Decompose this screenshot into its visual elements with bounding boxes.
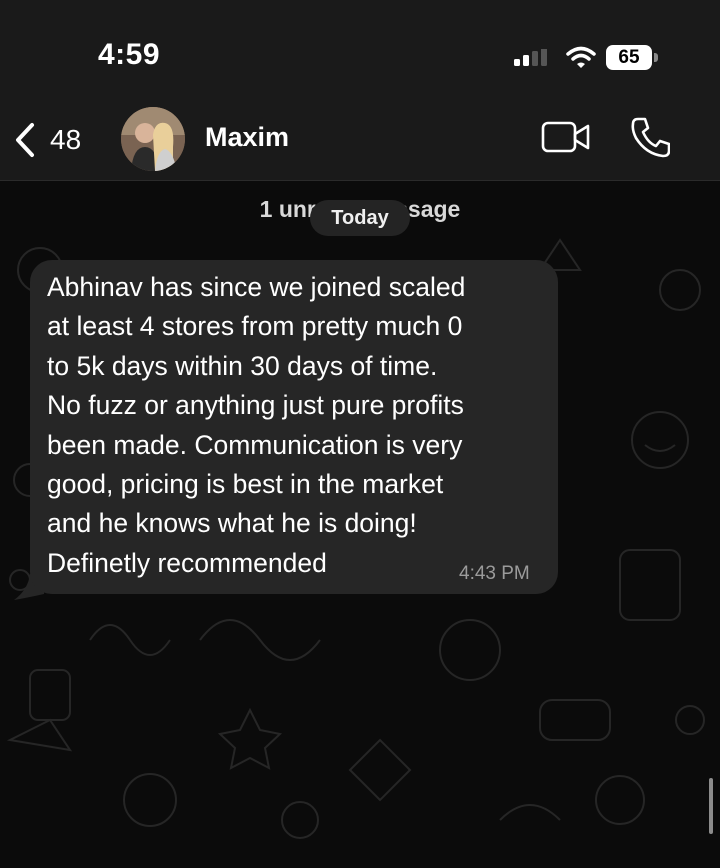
- signal-icon: [514, 49, 547, 66]
- back-chevron-icon: [16, 123, 34, 157]
- message-timestamp: 4:43 PM: [459, 563, 530, 584]
- contact-name[interactable]: Maxim: [205, 122, 289, 153]
- battery-cap: [654, 53, 658, 62]
- message-text: Abhinav has since we joined scaled at le…: [47, 272, 466, 578]
- scrollbar-thumb[interactable]: [709, 778, 713, 834]
- phone-icon[interactable]: [630, 116, 670, 158]
- back-button[interactable]: 48: [14, 118, 104, 162]
- battery-indicator: 65: [606, 45, 652, 70]
- avatar-photo: [121, 107, 185, 171]
- unread-count: 48: [50, 124, 82, 155]
- date-separator: Today: [310, 200, 410, 236]
- wifi-icon: [566, 46, 596, 68]
- status-time: 4:59: [98, 38, 161, 71]
- avatar[interactable]: [121, 107, 185, 171]
- video-call-icon[interactable]: [541, 120, 591, 154]
- chat-header: 4:59 65 48 Maxim: [0, 0, 720, 181]
